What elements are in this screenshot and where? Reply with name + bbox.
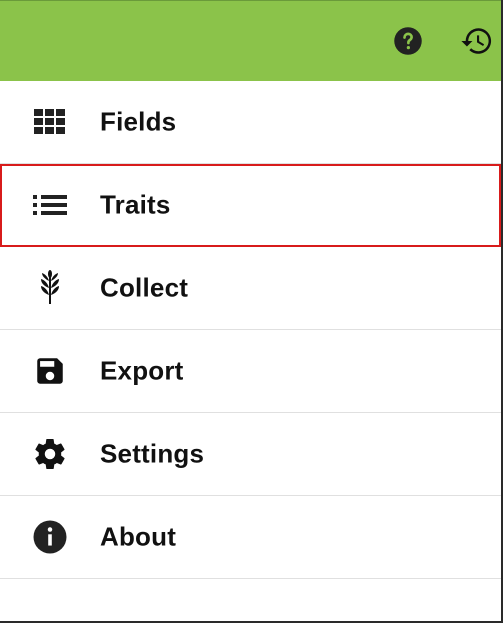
drawer-menu: Fields Traits Collect Export Settings Ab… (0, 81, 501, 579)
help-button[interactable] (390, 23, 426, 59)
menu-item-settings[interactable]: Settings (0, 413, 501, 496)
menu-item-fields[interactable]: Fields (0, 81, 501, 164)
info-icon (32, 519, 68, 555)
menu-item-label: Settings (100, 438, 205, 469)
menu-item-traits[interactable]: Traits (0, 164, 501, 247)
menu-item-label: Fields (100, 106, 177, 137)
app-toolbar (0, 0, 501, 81)
menu-item-collect[interactable]: Collect (0, 247, 501, 330)
navigation-drawer: Fields Traits Collect Export Settings Ab… (0, 0, 503, 623)
help-circle-icon (394, 27, 422, 55)
history-icon (461, 28, 492, 54)
menu-item-label: Traits (100, 189, 171, 220)
menu-item-about[interactable]: About (0, 496, 501, 579)
menu-item-label: Collect (100, 272, 189, 303)
list-icon (32, 187, 68, 223)
wheat-icon (32, 270, 68, 306)
floppy-disk-icon (32, 353, 68, 389)
menu-item-label: Export (100, 355, 184, 386)
history-button[interactable] (459, 23, 495, 59)
gear-icon (32, 436, 68, 472)
menu-item-export[interactable]: Export (0, 330, 501, 413)
grid-icon (32, 104, 68, 140)
menu-item-label: About (100, 521, 177, 552)
